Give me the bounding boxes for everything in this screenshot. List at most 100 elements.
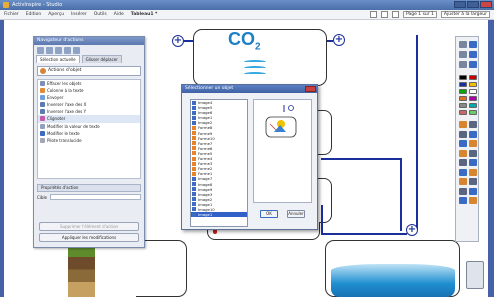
remove-action-button[interactable]: Supprimer l'élément d'action <box>39 222 139 231</box>
color-swatch-icon[interactable] <box>459 103 467 108</box>
tool-icon[interactable] <box>469 51 477 58</box>
menu-help[interactable]: Aide <box>114 12 124 17</box>
color-swatch-icon[interactable] <box>469 96 477 101</box>
tool-icon[interactable] <box>469 187 477 195</box>
minimize-icon[interactable] <box>454 1 466 8</box>
select-object-dialog: Sélectionner un objet Image4 Image5 Image6… <box>181 84 318 230</box>
list-item[interactable]: Colonne à la texte <box>38 87 140 94</box>
window-controls <box>454 1 492 8</box>
co2-label: CO2 <box>228 29 261 53</box>
menu-tools[interactable]: Outils <box>94 12 107 17</box>
tool-icon[interactable] <box>459 130 467 138</box>
connector-line <box>416 35 418 230</box>
tool-icon[interactable] <box>459 140 467 147</box>
dialog-title-text: Sélectionner un objet <box>185 86 234 91</box>
tool-icon[interactable] <box>459 51 467 58</box>
tool-icon[interactable] <box>459 41 467 48</box>
tab-current-selection[interactable]: Sélection actuelle <box>36 55 80 63</box>
action-list: Effacer les objets Colonne à la texte En… <box>37 79 141 179</box>
list-item[interactable]: Clignoter <box>38 115 140 123</box>
window-title: ActivInspire - Studio <box>12 2 63 8</box>
close-icon[interactable] <box>480 1 492 8</box>
tool-icon[interactable] <box>469 168 477 176</box>
action-category-select[interactable]: Actions d'objet <box>37 66 141 76</box>
trash-icon[interactable] <box>466 261 484 289</box>
tool-icon[interactable] <box>469 159 477 166</box>
list-item[interactable]: Inverser l'axe des Y <box>38 108 140 115</box>
tool-icon[interactable] <box>469 130 477 138</box>
cancel-button[interactable]: Annuler <box>287 210 305 218</box>
dialog-title[interactable]: Sélectionner un objet <box>182 85 317 93</box>
tool-icon[interactable] <box>459 187 467 195</box>
color-swatch-icon[interactable] <box>459 75 467 80</box>
plus-icon[interactable]: + <box>333 34 345 46</box>
browser-icon[interactable] <box>55 46 62 54</box>
menu-edit[interactable]: Edition <box>26 12 42 17</box>
apply-changes-button[interactable]: Appliquer les modifications <box>39 233 139 242</box>
plus-icon[interactable]: + <box>406 224 418 236</box>
notes-icon[interactable] <box>73 46 80 54</box>
page-settings-icon[interactable] <box>391 11 399 18</box>
color-swatch-icon[interactable] <box>469 75 477 80</box>
target-field[interactable] <box>50 194 141 200</box>
color-swatch-icon[interactable] <box>459 89 467 94</box>
connector-line <box>321 205 323 234</box>
color-swatch-icon[interactable] <box>469 103 477 108</box>
soil-layers-image[interactable] <box>68 247 95 297</box>
object-list[interactable]: Image4 Image5 Image6 Image1 Image2 Forme8 Form… <box>190 99 248 227</box>
tab-drag-drop[interactable]: Glisser déplacer <box>81 55 122 63</box>
list-item[interactable]: Effacer les objets <box>38 80 140 87</box>
page-indicator: Page 1 sur 1 <box>402 11 437 18</box>
water-image[interactable] <box>331 264 455 297</box>
tool-icon[interactable] <box>459 159 467 166</box>
ok-button[interactable]: OK <box>260 210 278 218</box>
menu-insert[interactable]: Insérer <box>71 12 87 17</box>
color-swatch-icon[interactable] <box>469 82 477 87</box>
color-swatch-icon[interactable] <box>459 82 467 87</box>
close-icon[interactable] <box>305 86 316 92</box>
list-item[interactable]: Modifier le texte <box>38 130 140 137</box>
zoom-select[interactable]: Ajuster à la largeur <box>440 11 490 18</box>
tool-icon[interactable] <box>469 178 477 185</box>
preview-plus-icon <box>288 105 294 111</box>
list-item[interactable]: Pilote translucide <box>38 137 140 144</box>
page-layout-icon[interactable] <box>380 11 388 18</box>
list-item[interactable]: Envoyer <box>38 94 140 101</box>
tool-icon[interactable] <box>459 149 467 157</box>
tool-icon[interactable] <box>469 140 477 147</box>
properties-icon[interactable] <box>46 46 53 54</box>
actions-icon[interactable] <box>64 46 71 54</box>
action-navigator-panel: Navigateur d'actions Sélection actuelle … <box>33 36 145 248</box>
menu-file[interactable]: Fichier <box>4 12 19 17</box>
pin-icon[interactable] <box>37 46 44 54</box>
color-swatch-icon[interactable] <box>469 110 477 115</box>
plus-icon[interactable]: + <box>172 35 184 47</box>
property-spacer <box>34 202 144 220</box>
tool-icon[interactable] <box>469 197 477 204</box>
color-swatch-icon[interactable] <box>459 110 467 115</box>
tool-icon[interactable] <box>459 61 467 68</box>
page-grid-icon[interactable] <box>369 11 377 18</box>
list-item[interactable]: Inverser l'axe des X <box>38 101 140 108</box>
navigator-title[interactable]: Navigateur d'actions <box>34 37 144 45</box>
list-item[interactable]: Image1 <box>191 212 247 218</box>
bottom-left-card[interactable] <box>136 240 187 297</box>
tool-icon[interactable] <box>459 121 467 128</box>
tool-icon[interactable] <box>459 178 467 185</box>
tool-icon[interactable] <box>469 61 477 68</box>
tool-icon[interactable] <box>469 149 477 157</box>
color-swatch-icon[interactable] <box>469 89 477 94</box>
maximize-icon[interactable] <box>467 1 479 8</box>
connector-line <box>321 233 407 235</box>
object-preview <box>253 99 312 203</box>
color-swatch-icon[interactable] <box>459 96 467 101</box>
menu-flipchart-tab[interactable]: Tableau1 * <box>131 12 158 17</box>
menu-view[interactable]: Aperçu <box>48 12 64 17</box>
target-row: Cible <box>37 194 141 200</box>
tool-icon[interactable] <box>459 197 467 204</box>
list-item[interactable]: Modifier la valeur de texte <box>38 123 140 130</box>
tool-icon[interactable] <box>459 168 467 176</box>
action-properties-header[interactable]: Propriétés d'action <box>37 184 141 192</box>
tool-icon[interactable] <box>469 41 477 48</box>
tool-icon[interactable] <box>469 121 477 128</box>
